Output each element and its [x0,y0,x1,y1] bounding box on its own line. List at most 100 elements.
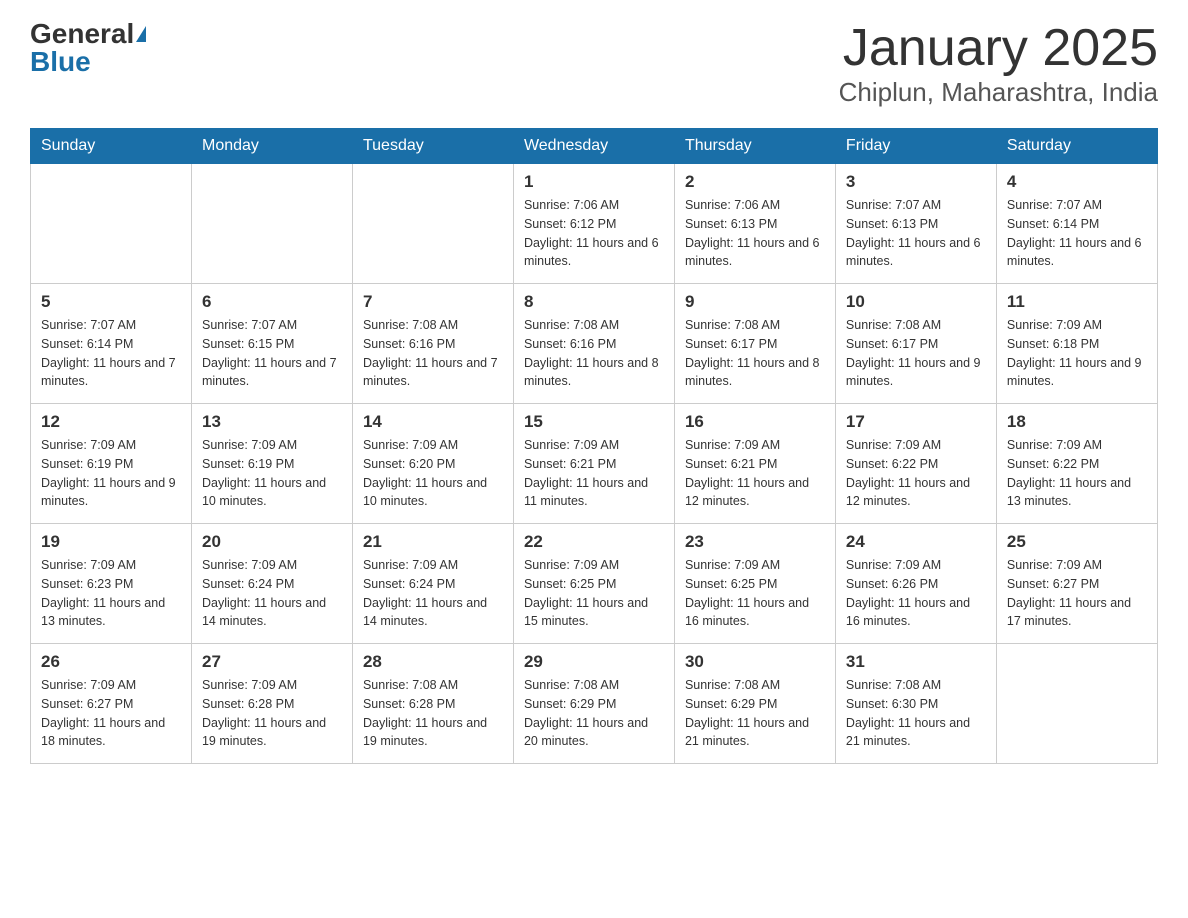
day-info: Sunrise: 7:09 AMSunset: 6:19 PMDaylight:… [202,436,342,511]
day-number: 14 [363,412,503,432]
day-number: 28 [363,652,503,672]
calendar-cell: 23 Sunrise: 7:09 AMSunset: 6:25 PMDayligh… [674,524,835,644]
calendar-header-friday: Friday [835,129,996,164]
day-number: 10 [846,292,986,312]
calendar-cell: 30 Sunrise: 7:08 AMSunset: 6:29 PMDayligh… [674,644,835,764]
day-number: 30 [685,652,825,672]
calendar-week-row: 5 Sunrise: 7:07 AMSunset: 6:14 PMDaylight… [31,284,1158,404]
calendar-table: SundayMondayTuesdayWednesdayThursdayFrid… [30,128,1158,764]
day-number: 6 [202,292,342,312]
day-number: 27 [202,652,342,672]
calendar-cell: 13 Sunrise: 7:09 AMSunset: 6:19 PMDayligh… [191,404,352,524]
calendar-header-tuesday: Tuesday [352,129,513,164]
day-number: 22 [524,532,664,552]
day-number: 5 [41,292,181,312]
calendar-cell: 19 Sunrise: 7:09 AMSunset: 6:23 PMDayligh… [31,524,192,644]
calendar-cell: 8 Sunrise: 7:08 AMSunset: 6:16 PMDaylight… [513,284,674,404]
calendar-cell: 21Sunrise: 7:09 AMSunset: 6:24 PMDayligh… [352,524,513,644]
day-info: Sunrise: 7:09 AMSunset: 6:24 PMDaylight:… [202,556,342,631]
calendar-cell [31,164,192,284]
day-info: Sunrise: 7:09 AMSunset: 6:24 PMDaylight:… [363,556,503,631]
day-info: Sunrise: 7:07 AMSunset: 6:14 PMDaylight:… [41,316,181,391]
day-number: 20 [202,532,342,552]
calendar-cell: 6 Sunrise: 7:07 AMSunset: 6:15 PMDaylight… [191,284,352,404]
logo-blue-text: Blue [30,48,91,76]
day-number: 9 [685,292,825,312]
calendar-cell: 24 Sunrise: 7:09 AMSunset: 6:26 PMDayligh… [835,524,996,644]
day-info: Sunrise: 7:06 AMSunset: 6:13 PMDaylight:… [685,196,825,271]
day-info: Sunrise: 7:08 AMSunset: 6:16 PMDaylight:… [363,316,503,391]
day-number: 12 [41,412,181,432]
calendar-header-sunday: Sunday [31,129,192,164]
calendar-cell: 14 Sunrise: 7:09 AMSunset: 6:20 PMDayligh… [352,404,513,524]
day-info: Sunrise: 7:07 AMSunset: 6:15 PMDaylight:… [202,316,342,391]
calendar-header-wednesday: Wednesday [513,129,674,164]
calendar-cell: 7 Sunrise: 7:08 AMSunset: 6:16 PMDaylight… [352,284,513,404]
calendar-cell: 26 Sunrise: 7:09 AMSunset: 6:27 PMDayligh… [31,644,192,764]
calendar-header-monday: Monday [191,129,352,164]
calendar-cell: 16Sunrise: 7:09 AMSunset: 6:21 PMDayligh… [674,404,835,524]
day-info: Sunrise: 7:09 AMSunset: 6:20 PMDaylight:… [363,436,503,511]
day-info: Sunrise: 7:09 AMSunset: 6:19 PMDaylight:… [41,436,181,511]
day-number: 26 [41,652,181,672]
calendar-cell: 20 Sunrise: 7:09 AMSunset: 6:24 PMDayligh… [191,524,352,644]
day-info: Sunrise: 7:09 AMSunset: 6:25 PMDaylight:… [685,556,825,631]
calendar-cell: 18Sunrise: 7:09 AMSunset: 6:22 PMDayligh… [996,404,1157,524]
day-info: Sunrise: 7:08 AMSunset: 6:28 PMDaylight:… [363,676,503,751]
calendar-cell: 4Sunrise: 7:07 AMSunset: 6:14 PMDaylight… [996,164,1157,284]
logo-triangle-icon [136,26,146,42]
day-info: Sunrise: 7:08 AMSunset: 6:17 PMDaylight:… [685,316,825,391]
day-number: 17 [846,412,986,432]
calendar-cell: 29Sunrise: 7:08 AMSunset: 6:29 PMDayligh… [513,644,674,764]
calendar-cell: 28 Sunrise: 7:08 AMSunset: 6:28 PMDayligh… [352,644,513,764]
day-info: Sunrise: 7:09 AMSunset: 6:22 PMDaylight:… [846,436,986,511]
calendar-header: SundayMondayTuesdayWednesdayThursdayFrid… [31,129,1158,164]
day-info: Sunrise: 7:06 AMSunset: 6:12 PMDaylight:… [524,196,664,271]
calendar-cell: 5 Sunrise: 7:07 AMSunset: 6:14 PMDaylight… [31,284,192,404]
day-number: 29 [524,652,664,672]
calendar-cell: 31 Sunrise: 7:08 AMSunset: 6:30 PMDayligh… [835,644,996,764]
day-info: Sunrise: 7:08 AMSunset: 6:16 PMDaylight:… [524,316,664,391]
calendar-cell: 17 Sunrise: 7:09 AMSunset: 6:22 PMDayligh… [835,404,996,524]
day-number: 16 [685,412,825,432]
day-info: Sunrise: 7:09 AMSunset: 6:27 PMDaylight:… [1007,556,1147,631]
day-info: Sunrise: 7:09 AMSunset: 6:22 PMDaylight:… [1007,436,1147,511]
day-number: 7 [363,292,503,312]
day-info: Sunrise: 7:09 AMSunset: 6:26 PMDaylight:… [846,556,986,631]
calendar-week-row: 19 Sunrise: 7:09 AMSunset: 6:23 PMDayligh… [31,524,1158,644]
calendar-cell [996,644,1157,764]
day-info: Sunrise: 7:09 AMSunset: 6:27 PMDaylight:… [41,676,181,751]
calendar-cell: 2Sunrise: 7:06 AMSunset: 6:13 PMDaylight… [674,164,835,284]
calendar-week-row: 12 Sunrise: 7:09 AMSunset: 6:19 PMDayligh… [31,404,1158,524]
title-block: January 2025 Chiplun, Maharashtra, India [839,20,1158,108]
day-info: Sunrise: 7:08 AMSunset: 6:29 PMDaylight:… [685,676,825,751]
calendar-cell: 27 Sunrise: 7:09 AMSunset: 6:28 PMDayligh… [191,644,352,764]
day-info: Sunrise: 7:09 AMSunset: 6:23 PMDaylight:… [41,556,181,631]
day-number: 8 [524,292,664,312]
calendar-cell: 10 Sunrise: 7:08 AMSunset: 6:17 PMDayligh… [835,284,996,404]
calendar-cell [191,164,352,284]
calendar-cell: 25 Sunrise: 7:09 AMSunset: 6:27 PMDayligh… [996,524,1157,644]
day-info: Sunrise: 7:07 AMSunset: 6:13 PMDaylight:… [846,196,986,271]
day-number: 13 [202,412,342,432]
location-title: Chiplun, Maharashtra, India [839,77,1158,108]
day-number: 23 [685,532,825,552]
calendar-cell: 3Sunrise: 7:07 AMSunset: 6:13 PMDaylight… [835,164,996,284]
page-header: General Blue January 2025 Chiplun, Mahar… [30,20,1158,108]
day-info: Sunrise: 7:09 AMSunset: 6:25 PMDaylight:… [524,556,664,631]
day-number: 4 [1007,172,1147,192]
day-info: Sunrise: 7:09 AMSunset: 6:28 PMDaylight:… [202,676,342,751]
calendar-cell: 1Sunrise: 7:06 AMSunset: 6:12 PMDaylight… [513,164,674,284]
day-info: Sunrise: 7:08 AMSunset: 6:17 PMDaylight:… [846,316,986,391]
calendar-cell [352,164,513,284]
day-number: 19 [41,532,181,552]
day-info: Sunrise: 7:08 AMSunset: 6:30 PMDaylight:… [846,676,986,751]
day-info: Sunrise: 7:09 AMSunset: 6:21 PMDaylight:… [524,436,664,511]
logo-general-text: General [30,20,134,48]
day-number: 24 [846,532,986,552]
day-number: 31 [846,652,986,672]
day-number: 25 [1007,532,1147,552]
month-title: January 2025 [839,20,1158,77]
calendar-cell: 12 Sunrise: 7:09 AMSunset: 6:19 PMDayligh… [31,404,192,524]
calendar-cell: 11Sunrise: 7:09 AMSunset: 6:18 PMDayligh… [996,284,1157,404]
